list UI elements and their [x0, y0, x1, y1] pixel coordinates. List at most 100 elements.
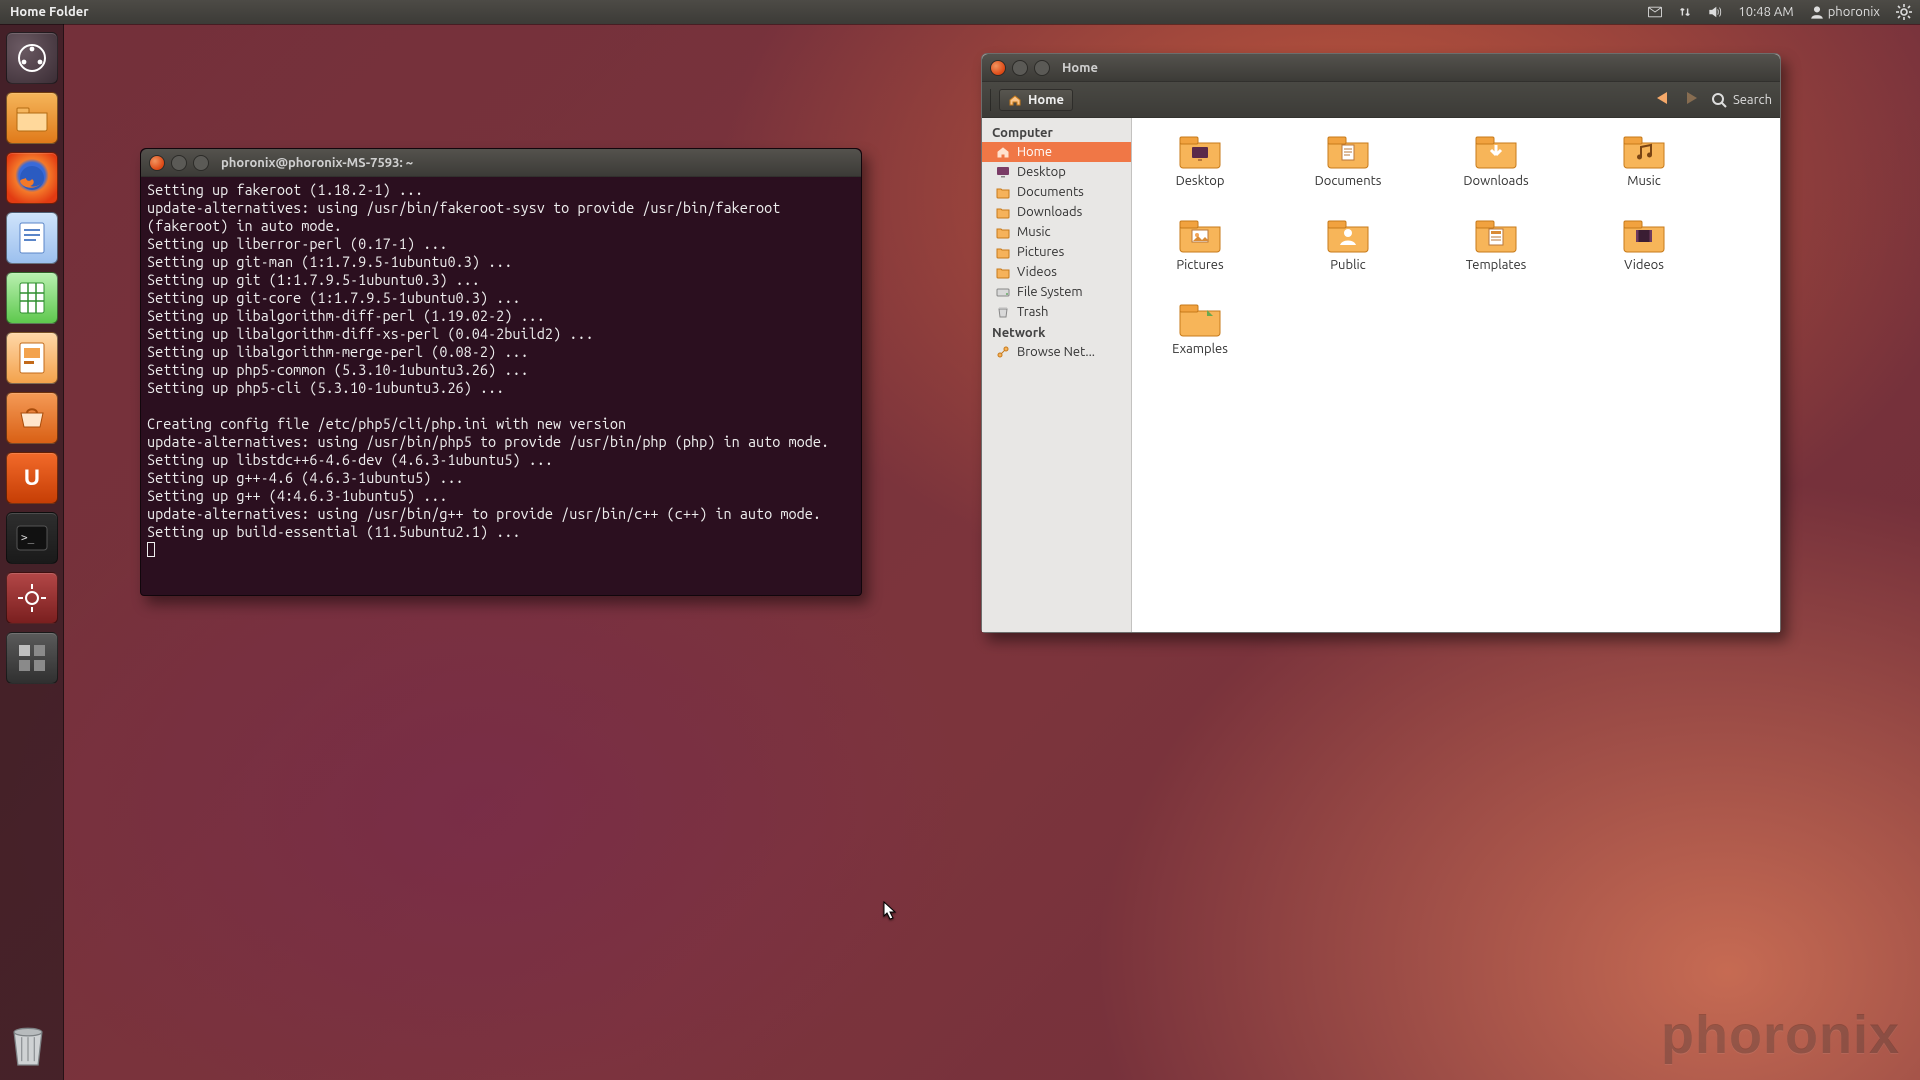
nav-forward-button[interactable]	[1683, 90, 1699, 109]
svg-text:U: U	[24, 465, 40, 490]
sidebar-item-trash[interactable]: Trash	[982, 302, 1131, 322]
sidebar-item-label: Trash	[1017, 305, 1048, 319]
file-item-documents[interactable]: Documents	[1298, 132, 1398, 188]
file-manager-window[interactable]: Home Home Search Computer Home Desktop Doc…	[981, 53, 1781, 633]
maximize-button[interactable]	[193, 155, 209, 171]
file-item-templates[interactable]: Templates	[1446, 216, 1546, 272]
file-manager-pane[interactable]: Desktop Documents Downloads Music Pictures Pu…	[1132, 118, 1780, 632]
terminal-title: phoronix@phoronix-MS-7593: ~	[221, 156, 413, 170]
trash-icon	[996, 305, 1010, 319]
search-icon	[1711, 92, 1727, 108]
clock[interactable]: 10:48 AM	[1730, 0, 1801, 24]
ubuntu-one-icon[interactable]: U	[6, 452, 58, 504]
user-menu[interactable]: phoronix	[1802, 0, 1888, 24]
home-icon	[1008, 94, 1022, 106]
folder-icon	[996, 245, 1010, 259]
sidebar-header-computer: Computer	[982, 122, 1131, 142]
trash-icon[interactable]	[6, 1022, 58, 1074]
file-item-label: Desktop	[1176, 174, 1225, 188]
sidebar-header-network: Network	[982, 322, 1131, 342]
user-name: phoronix	[1828, 5, 1880, 19]
dash-home-icon[interactable]	[6, 32, 58, 84]
file-manager-title: Home	[1062, 61, 1098, 75]
file-item-label: Examples	[1172, 342, 1228, 356]
desktop-icon	[996, 165, 1010, 179]
terminal-cursor	[147, 542, 155, 557]
file-item-public[interactable]: Public	[1298, 216, 1398, 272]
sidebar-item-home[interactable]: Home	[982, 142, 1131, 162]
libreoffice-impress-icon[interactable]	[6, 332, 58, 384]
mouse-cursor	[883, 901, 897, 921]
software-center-icon[interactable]	[6, 392, 58, 444]
sidebar-item-desktop[interactable]: Desktop	[982, 162, 1131, 182]
folder-public-icon	[1325, 216, 1371, 254]
nav-back-button[interactable]	[1655, 90, 1671, 109]
terminal-output[interactable]: Setting up fakeroot (1.18.2-1) ... updat…	[141, 177, 861, 595]
sidebar-item-label: Pictures	[1017, 245, 1064, 259]
appmenu-title[interactable]: Home Folder	[0, 5, 89, 19]
folder-pics-icon	[1177, 216, 1223, 254]
drive-icon	[996, 285, 1010, 299]
system-settings-icon[interactable]	[6, 572, 58, 624]
sidebar-item-music[interactable]: Music	[982, 222, 1131, 242]
file-item-label: Pictures	[1176, 258, 1223, 272]
maximize-button[interactable]	[1034, 60, 1050, 76]
file-item-music[interactable]: Music	[1594, 132, 1694, 188]
file-item-videos[interactable]: Videos	[1594, 216, 1694, 272]
folder-docs-icon	[1325, 132, 1371, 170]
sidebar-item-label: File System	[1017, 285, 1083, 299]
file-item-pictures[interactable]: Pictures	[1150, 216, 1250, 272]
file-manager-sidebar: Computer Home Desktop Documents Downloads Mu…	[982, 118, 1132, 632]
sidebar-item-label: Desktop	[1017, 165, 1066, 179]
network-menu[interactable]	[1670, 0, 1700, 24]
workspace-switcher-icon[interactable]	[6, 632, 58, 684]
search-label: Search	[1733, 93, 1772, 107]
file-item-examples[interactable]: Examples	[1150, 300, 1250, 356]
search-button[interactable]: Search	[1711, 92, 1772, 108]
file-item-label: Music	[1627, 174, 1661, 188]
file-item-downloads[interactable]: Downloads	[1446, 132, 1546, 188]
sidebar-item-file-system[interactable]: File System	[982, 282, 1131, 302]
close-button[interactable]	[990, 60, 1006, 76]
watermark: phoronix	[1661, 1004, 1900, 1066]
sidebar-item-downloads[interactable]: Downloads	[982, 202, 1131, 222]
minimize-button[interactable]	[1012, 60, 1028, 76]
home-icon	[996, 145, 1010, 159]
svg-text:>_: >_	[21, 531, 35, 544]
desktop: Home Folder 10:48 AM phoronix U >_	[0, 0, 1920, 1080]
folder-video-icon	[1621, 216, 1667, 254]
sidebar-item-videos[interactable]: Videos	[982, 262, 1131, 282]
file-manager-titlebar[interactable]: Home	[982, 54, 1780, 82]
sidebar-item-browse-net-[interactable]: Browse Net...	[982, 342, 1131, 362]
libreoffice-calc-icon[interactable]	[6, 272, 58, 324]
file-item-label: Documents	[1315, 174, 1382, 188]
file-item-desktop[interactable]: Desktop	[1150, 132, 1250, 188]
sound-menu[interactable]	[1700, 0, 1730, 24]
sidebar-item-label: Music	[1017, 225, 1051, 239]
sidebar-item-label: Documents	[1017, 185, 1084, 199]
libreoffice-writer-icon[interactable]	[6, 212, 58, 264]
folder-icon	[996, 225, 1010, 239]
folder-icon	[996, 185, 1010, 199]
minimize-button[interactable]	[171, 155, 187, 171]
breadcrumb-home[interactable]: Home	[999, 89, 1073, 111]
firefox-icon[interactable]	[6, 152, 58, 204]
file-item-label: Downloads	[1463, 174, 1528, 188]
sidebar-item-documents[interactable]: Documents	[982, 182, 1131, 202]
messaging-menu[interactable]	[1640, 0, 1670, 24]
terminal-icon[interactable]: >_	[6, 512, 58, 564]
folder-down-icon	[1473, 132, 1519, 170]
terminal-titlebar[interactable]: phoronix@phoronix-MS-7593: ~	[141, 149, 861, 177]
session-menu[interactable]	[1888, 0, 1920, 24]
folder-icon	[996, 265, 1010, 279]
sidebar-item-label: Downloads	[1017, 205, 1082, 219]
file-item-label: Videos	[1624, 258, 1664, 272]
gear-icon	[1896, 4, 1912, 20]
files-icon[interactable]	[6, 92, 58, 144]
terminal-window[interactable]: phoronix@phoronix-MS-7593: ~ Setting up …	[140, 148, 862, 596]
sidebar-item-label: Home	[1017, 145, 1052, 159]
mail-icon	[1648, 5, 1662, 19]
sidebar-item-pictures[interactable]: Pictures	[982, 242, 1131, 262]
sidebar-item-label: Browse Net...	[1017, 345, 1095, 359]
close-button[interactable]	[149, 155, 165, 171]
